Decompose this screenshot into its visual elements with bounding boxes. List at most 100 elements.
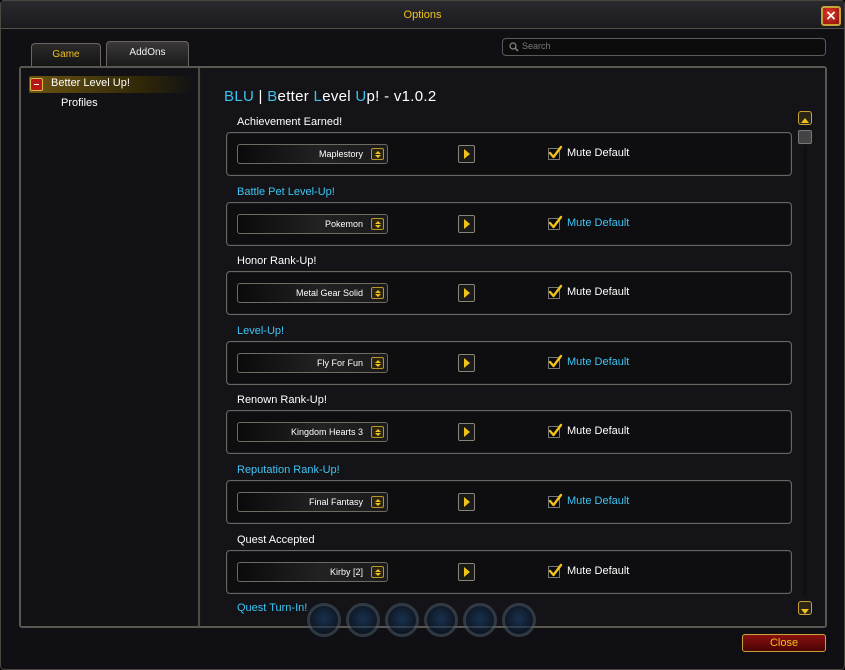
section-label: Honor Rank-Up!	[237, 255, 317, 268]
close-button[interactable]: Close	[742, 634, 826, 652]
mute-default-label[interactable]: Mute Default	[567, 425, 629, 437]
mute-default-checkbox[interactable]	[547, 354, 563, 370]
sound-dropdown-value: Fly For Fun	[316, 357, 363, 368]
sound-dropdown[interactable]: Kingdom Hearts 3	[237, 422, 388, 443]
chevron-up-icon	[801, 118, 809, 123]
check-icon	[548, 424, 563, 439]
section-label-quest-turn-in: Quest Turn-In!	[237, 602, 308, 614]
sidebar-item-label: Profiles	[61, 97, 98, 109]
addon-settings-content: BLU | Better Level Up! - v1.0.2 Achievem…	[202, 68, 825, 626]
mute-default-label[interactable]: Mute Default	[567, 495, 629, 507]
sound-dropdown[interactable]: Pokemon	[237, 213, 388, 234]
sound-dropdown[interactable]: Fly For Fun	[237, 352, 388, 373]
sound-option-group: Metal Gear Solid Mute Default	[226, 271, 792, 316]
orb-decoration	[385, 603, 419, 637]
play-icon	[464, 149, 470, 159]
sound-dropdown-value: Metal Gear Solid	[295, 288, 363, 299]
mute-default-checkbox[interactable]	[547, 145, 563, 161]
mute-default-checkbox[interactable]	[547, 563, 563, 579]
collapse-icon[interactable]	[30, 78, 43, 91]
play-sound-button[interactable]	[458, 214, 475, 233]
check-icon	[548, 493, 563, 508]
sidebar-item-better-level-up[interactable]: Better Level Up!	[29, 76, 194, 93]
orb-decoration	[502, 603, 536, 637]
sidebar-item-label: Better Level Up!	[51, 77, 130, 89]
sound-dropdown[interactable]: Metal Gear Solid	[237, 283, 388, 304]
dropdown-arrow-icon[interactable]	[371, 148, 384, 160]
mute-default-checkbox[interactable]	[547, 423, 563, 439]
play-sound-button[interactable]	[458, 423, 475, 442]
sound-dropdown-value: Kirby [2]	[329, 566, 363, 577]
play-sound-button[interactable]	[458, 145, 475, 163]
search-input[interactable]: Search	[502, 38, 826, 56]
check-icon	[548, 284, 563, 300]
mute-default-label[interactable]: Mute Default	[567, 565, 629, 577]
check-icon	[548, 563, 563, 578]
sound-option-group: Kingdom Hearts 3 Mute Default	[226, 410, 792, 455]
play-icon	[464, 288, 470, 299]
sound-dropdown[interactable]: Kirby [2]	[237, 561, 388, 582]
sound-dropdown-value: Final Fantasy	[308, 497, 363, 507]
mute-default-checkbox[interactable]	[547, 215, 563, 231]
section-label: Quest Accepted	[237, 533, 315, 546]
section-label: Renown Rank-Up!	[237, 394, 327, 407]
scroll-down-button[interactable]	[798, 601, 812, 615]
sidebar-item-profiles[interactable]: Profiles	[29, 96, 194, 113]
search-placeholder: Search	[522, 41, 551, 51]
play-sound-button[interactable]	[458, 353, 475, 372]
sound-dropdown-value: Pokemon	[324, 218, 363, 229]
options-window: Options × Game AddOns Search Better Leve…	[0, 0, 845, 670]
play-icon	[464, 427, 470, 438]
section-label: Achievement Earned!	[237, 116, 343, 128]
mute-default-label[interactable]: Mute Default	[567, 147, 629, 159]
dropdown-arrow-icon[interactable]	[371, 356, 384, 369]
check-icon	[548, 354, 563, 369]
orb-decoration	[424, 603, 458, 637]
orb-decoration	[307, 603, 341, 637]
chevron-down-icon	[801, 609, 809, 614]
play-sound-button[interactable]	[458, 493, 475, 511]
scrollbar-thumb[interactable]	[798, 130, 812, 144]
mute-default-label[interactable]: Mute Default	[567, 286, 629, 298]
close-icon[interactable]: ×	[821, 6, 841, 26]
dropdown-arrow-icon[interactable]	[371, 217, 384, 230]
dropdown-arrow-icon[interactable]	[371, 287, 384, 300]
scrollbar-track[interactable]	[803, 146, 807, 596]
mute-default-label[interactable]: Mute Default	[567, 356, 629, 368]
page-title: BLU | Better Level Up! - v1.0.2	[224, 88, 437, 105]
sound-dropdown-value: Maplestory	[318, 149, 363, 159]
section-label: Level-Up!	[237, 324, 285, 337]
window-title: Options	[403, 9, 442, 21]
dropdown-arrow-icon[interactable]	[371, 496, 384, 508]
title-bar[interactable]: Options	[1, 1, 844, 29]
play-icon	[464, 566, 470, 577]
decorative-orbs	[303, 599, 539, 639]
play-sound-button[interactable]	[458, 284, 475, 303]
sound-option-group: Final Fantasy Mute Default	[226, 480, 792, 524]
play-sound-button[interactable]	[458, 562, 475, 581]
search-icon	[509, 42, 519, 52]
sound-option-group: Kirby [2] Mute Default	[226, 549, 792, 594]
section-label: Reputation Rank-Up!	[237, 464, 340, 476]
play-icon	[464, 218, 470, 229]
orb-decoration	[463, 603, 497, 637]
play-icon	[464, 497, 470, 507]
mute-default-checkbox[interactable]	[547, 493, 563, 509]
check-icon	[548, 145, 563, 160]
dropdown-arrow-icon[interactable]	[371, 426, 384, 439]
section-label: Battle Pet Level-Up!	[237, 185, 335, 198]
scroll-up-button[interactable]	[798, 111, 812, 125]
play-icon	[464, 357, 470, 368]
mute-default-label[interactable]: Mute Default	[567, 217, 629, 229]
mute-default-checkbox[interactable]	[547, 284, 563, 300]
check-icon	[548, 215, 563, 230]
sound-option-group: Fly For Fun Mute Default	[226, 340, 792, 385]
sound-dropdown[interactable]: Final Fantasy	[237, 492, 388, 512]
sound-dropdown-value: Kingdom Hearts 3	[290, 427, 363, 438]
tab-game[interactable]: Game	[31, 43, 101, 67]
sound-dropdown[interactable]: Maplestory	[237, 144, 388, 164]
sidebar: Better Level Up! Profiles	[21, 68, 200, 626]
tab-addons[interactable]: AddOns	[106, 41, 189, 67]
dropdown-arrow-icon[interactable]	[371, 565, 384, 578]
sound-option-group: Maplestory Mute Default	[226, 132, 792, 176]
